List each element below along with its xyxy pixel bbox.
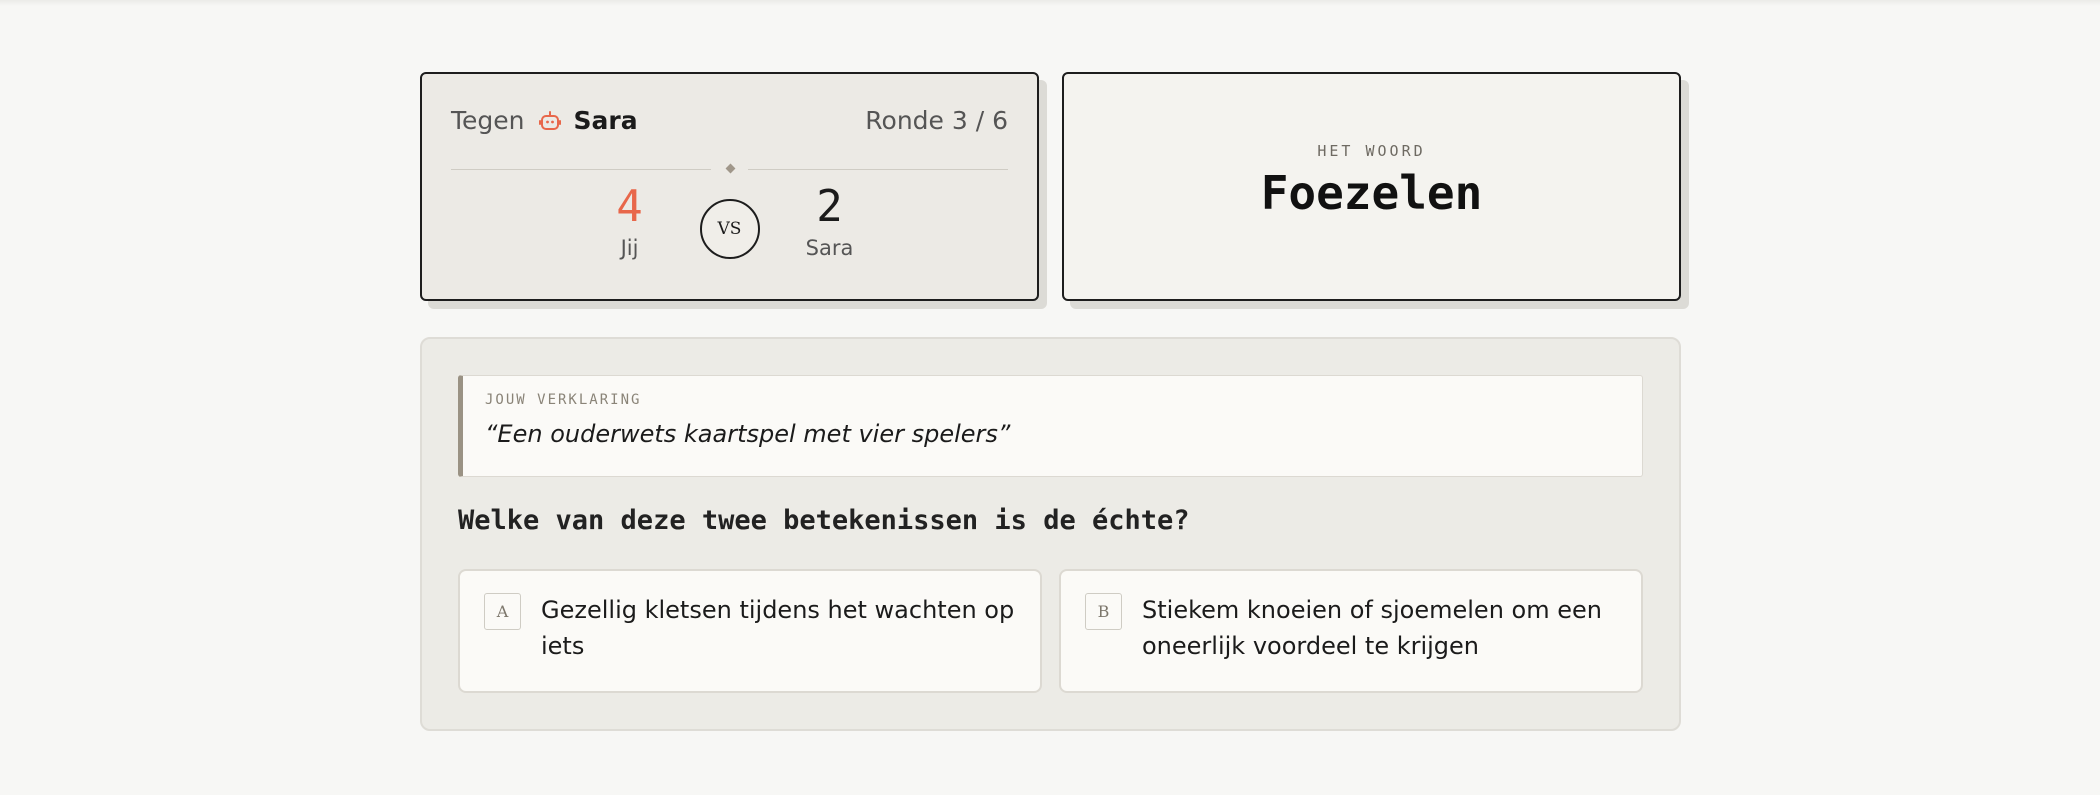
diamond-icon [725,163,735,174]
word-value: Foezelen [1260,165,1483,220]
opponent-info: Tegen Sara [451,106,638,135]
question-text: Welke van deze twee betekenissen is de é… [458,505,1190,536]
explanation-text: “Een ouderwets kaartspel met vier speler… [485,420,1011,448]
robot-icon [538,109,562,133]
round-indicator: Ronde 3 / 6 [865,106,1008,135]
opponent-label: Sara [805,236,854,260]
top-shadow [0,0,2100,6]
explanation-label: JOUW VERKLARING [485,392,642,408]
player-score-value: 4 [616,181,643,232]
scoreboard: 4 Jij VS 2 Sara [422,181,1037,261]
score-card: Tegen Sara Ronde 3 / 6 4 Jij VS 2 Sara [420,72,1039,301]
option-a-button[interactable]: A Gezellig kletsen tijdens het wachten o… [458,569,1042,693]
score-divider [451,162,1008,176]
game-container: Tegen Sara Ronde 3 / 6 4 Jij VS 2 Sara H… [420,72,1681,731]
explanation-box: JOUW VERKLARING “Een ouderwets kaartspel… [458,375,1643,477]
player-score: 4 Jij [570,181,690,261]
word-label: HET WOORD [1317,141,1426,160]
option-b-letter: B [1085,593,1122,630]
option-a-letter: A [484,593,521,630]
divider-line-left [451,169,711,170]
option-a-text: Gezellig kletsen tijdens het wachten op … [541,596,1015,660]
against-label: Tegen [451,106,525,135]
player-label: Jij [620,236,639,260]
option-b-text: Stiekem knoeien of sjoemelen om een onee… [1142,596,1602,660]
opponent-name: Sara [573,106,638,135]
option-b-button[interactable]: B Stiekem knoeien of sjoemelen om een on… [1059,569,1643,693]
vs-badge: VS [699,199,760,259]
answer-options: A Gezellig kletsen tijdens het wachten o… [458,569,1643,693]
opponent-score-value: 2 [816,181,843,232]
top-row: Tegen Sara Ronde 3 / 6 4 Jij VS 2 Sara H… [420,72,1681,301]
opponent-score: 2 Sara [770,181,890,261]
score-header: Tegen Sara Ronde 3 / 6 [451,106,1008,135]
question-panel: JOUW VERKLARING “Een ouderwets kaartspel… [420,337,1681,731]
word-card: HET WOORD Foezelen [1062,72,1681,301]
divider-line-right [748,169,1008,170]
